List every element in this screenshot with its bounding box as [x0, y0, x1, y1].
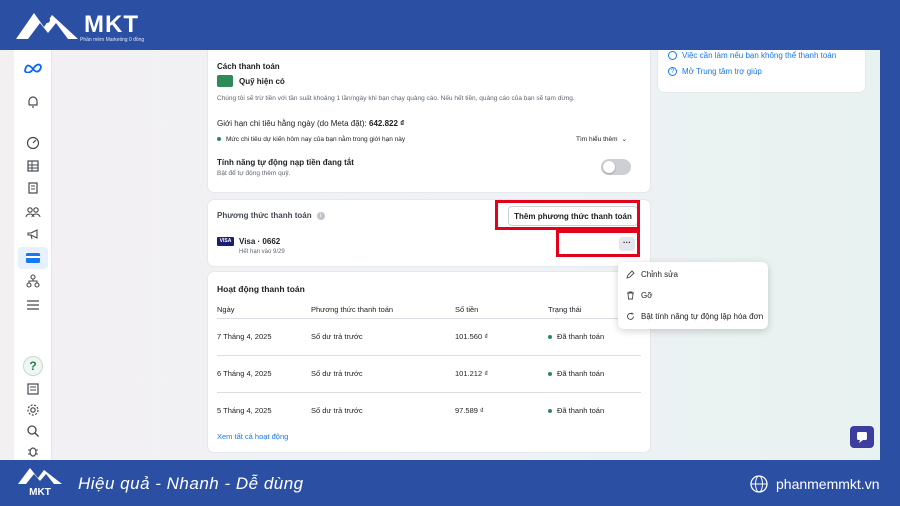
chevron-down-icon: ⌄ [621, 136, 627, 143]
auto-topup-toggle[interactable] [601, 159, 631, 175]
method-cell: Số dư trả trước [311, 391, 455, 429]
menu-item-remove[interactable]: Gỡ [626, 291, 652, 300]
website-url[interactable]: phanmemmkt.vn [776, 476, 879, 492]
amount-cell: 101.560 ₫ [455, 317, 548, 355]
status-dot [548, 335, 552, 340]
question-circle-icon: ? [668, 67, 677, 76]
help-center-link[interactable]: Mở Trung tâm trợ giúp [682, 67, 762, 76]
payment-type-name: Quỹ hiện có [239, 76, 285, 86]
hierarchy-icon[interactable] [23, 271, 43, 291]
menu-item-label: Chỉnh sửa [641, 270, 678, 279]
status-cell: Đã thanh toán [557, 332, 605, 341]
method-cell: Số dư trả trước [311, 354, 455, 392]
menu-item-edit[interactable]: Chỉnh sửa [626, 270, 678, 279]
activity-title: Hoạt động thanh toán [217, 284, 305, 294]
mkt-logo-icon: MKT [18, 468, 62, 498]
see-all-activity-link[interactable]: Xem tất cả hoạt động [217, 432, 288, 441]
funds-icon [217, 75, 233, 87]
payment-methods-title: Phương thức thanh toán [217, 211, 312, 220]
auto-topup-subtitle: Bật để tự động thêm quỹ. [217, 170, 291, 177]
dashboard-gauge-icon[interactable] [23, 133, 43, 153]
help-panel: Việc cần làm nếu bạn không thể thanh toá… [658, 50, 865, 92]
status-dot [548, 409, 552, 414]
menu-item-label: Gỡ [641, 291, 653, 300]
payment-description: Chúng tôi sẽ trừ tiền với tần suất khoản… [217, 95, 575, 102]
card-options-menu: Chỉnh sửa Gỡ Bật tính năng tự động lập h… [618, 262, 768, 329]
learn-more-dropdown[interactable]: Tìm hiểu thêm ⌄ [576, 135, 627, 144]
column-header: Số tiền [455, 305, 479, 315]
table-row[interactable]: 6 Tháng 4, 2025 Số dư trả trước 101.212 … [217, 354, 641, 392]
left-navigation-rail: ? [14, 50, 52, 460]
date-cell: 6 Tháng 4, 2025 [217, 354, 311, 392]
slogan-text: Hiệu quả - Nhanh - Dễ dùng [78, 474, 304, 493]
bug-icon[interactable] [23, 441, 43, 460]
bottom-banner: MKT Hiệu quả - Nhanh - Dễ dùng phanmemmk… [0, 460, 900, 506]
method-cell: Số dư trả trước [311, 317, 455, 355]
table-row[interactable]: 7 Tháng 4, 2025 Số dư trả trước 101.560 … [217, 317, 641, 355]
menu-item-auto-invoice[interactable]: Bật tính năng tự động lập hóa đơn [626, 312, 763, 321]
amount-cell: 97.589 ₫ [455, 391, 548, 429]
visa-logo-icon: VISA [217, 237, 234, 246]
right-frame-edge [880, 50, 900, 460]
info-icon: i [316, 211, 325, 220]
pencil-icon [626, 270, 635, 279]
chat-bubble-button[interactable] [850, 426, 874, 448]
status-cell: Đã thanh toán [557, 406, 605, 416]
amount-cell: 101.212 ₫ [455, 354, 548, 392]
chat-icon [857, 432, 867, 443]
pages-icon[interactable] [23, 178, 43, 198]
globe-icon [750, 475, 768, 493]
table-icon[interactable] [23, 156, 43, 176]
menu-lines-icon[interactable] [23, 295, 43, 315]
payment-setup-card: Cách thanh toán Quỹ hiện có Chúng tôi sẽ… [208, 50, 650, 192]
cannot-pay-link[interactable]: Việc cần làm nếu bạn không thể thanh toá… [682, 51, 836, 60]
date-cell: 7 Tháng 4, 2025 [217, 317, 311, 355]
payment-setup-title: Cách thanh toán [217, 62, 280, 71]
billing-card-icon[interactable] [18, 247, 48, 269]
table-row[interactable]: 5 Tháng 4, 2025 Số dư trả trước 97.589 ₫… [217, 391, 641, 429]
refresh-icon [627, 312, 634, 320]
trash-icon [627, 291, 634, 300]
card-expiry: Hết hạn vào 9/29 [239, 249, 285, 255]
ads-billing-app: ? Việc cần làm nếu bạn không thể thanh t… [0, 50, 900, 460]
toggle-knob [603, 161, 615, 173]
auto-topup-title: Tính năng tự động nạp tiền đang tắt [217, 158, 354, 167]
settings-gear-icon[interactable] [23, 400, 43, 420]
daily-limit-label: Giới hạn chi tiêu hằng ngày (do Meta đặt… [217, 119, 367, 128]
status-cell: Đã thanh toán [557, 369, 605, 378]
card-name: Visa · 0662 [239, 237, 281, 246]
report-icon[interactable] [23, 379, 43, 399]
column-header: Ngày [217, 305, 235, 315]
top-brand-bar: MKT Phần mềm Marketing 0 đồng [0, 0, 900, 50]
brand-name: MKT [84, 11, 139, 38]
learn-more-label: Tìm hiểu thêm [576, 135, 618, 143]
status-dot [548, 372, 552, 377]
brand-tagline: Phần mềm Marketing 0 đồng [80, 37, 145, 43]
highlight-more-button [556, 230, 640, 257]
payment-activity-card: Hoạt động thanh toán Ngày Phương thức th… [208, 272, 650, 452]
table-header-row: Ngày Phương thức thanh toán Số tiền Trạn… [217, 302, 641, 318]
column-header: Phương thức thanh toán [311, 305, 394, 315]
help-icon[interactable]: ? [23, 356, 43, 376]
activity-table: Ngày Phương thức thanh toán Số tiền Trạn… [217, 302, 641, 429]
mountain-logo-icon [16, 13, 78, 39]
svg-text:MKT: MKT [29, 487, 51, 498]
people-icon[interactable] [23, 202, 43, 222]
date-cell: 5 Tháng 4, 2025 [217, 391, 311, 429]
megaphone-icon[interactable] [23, 224, 43, 244]
search-icon[interactable] [23, 421, 43, 441]
forecast-text: Mức chi tiêu dự kiến hôm nay của bạn nằm… [226, 136, 406, 143]
daily-limit-value: 642.822 ₫ [369, 119, 405, 128]
bullet-dot [217, 137, 221, 142]
highlight-add-button [495, 200, 640, 230]
info-circle-icon [668, 51, 677, 60]
bell-icon[interactable] [23, 92, 43, 112]
menu-item-label: Bật tính năng tự động lập hóa đơn [641, 312, 764, 321]
meta-logo-icon[interactable] [23, 58, 43, 78]
